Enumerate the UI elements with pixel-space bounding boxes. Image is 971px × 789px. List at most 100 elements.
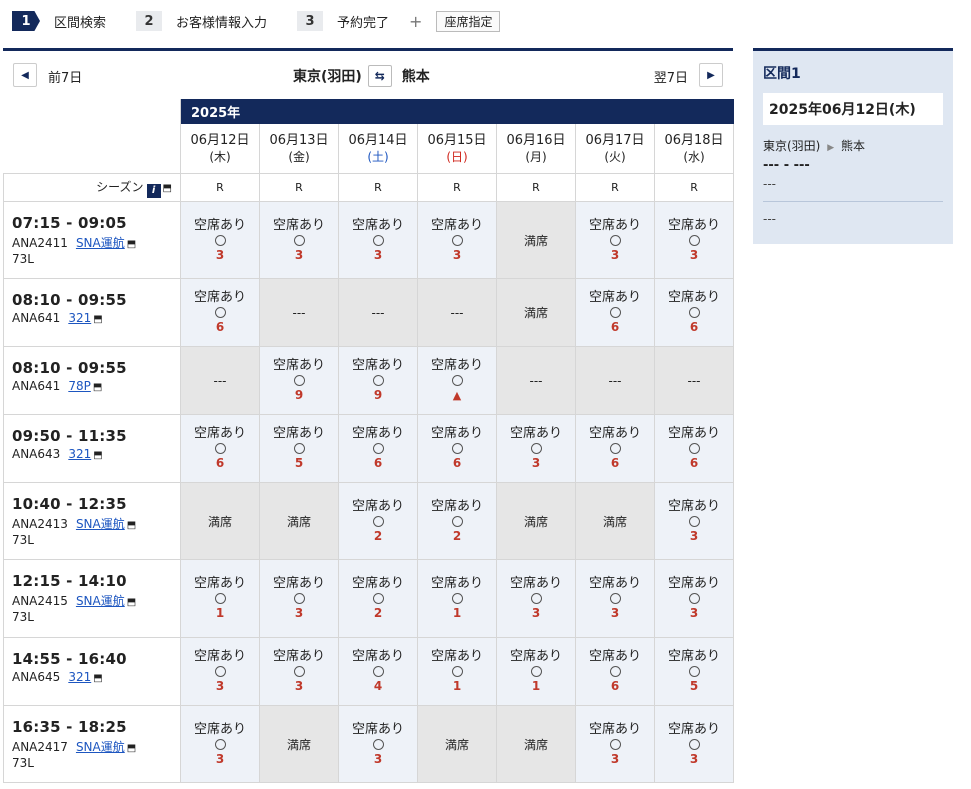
flight-time: 12:15 - 14:10 <box>12 572 127 590</box>
step-2-number: 2 <box>136 11 163 31</box>
circle-icon <box>214 738 226 750</box>
seat-available-cell[interactable]: 空席あり 3 <box>338 705 418 783</box>
seat-available-cell[interactable]: 空席あり 3 <box>259 637 339 706</box>
season-header: シーズン i ⬒ <box>3 173 181 202</box>
seat-available-cell[interactable]: 空席あり 2 <box>338 559 418 638</box>
seat-available-cell[interactable]: 空席あり 3 <box>180 637 260 706</box>
seat-available-cell[interactable]: 空席あり 3 <box>575 201 655 279</box>
seat-available-cell[interactable]: 空席あり 6 <box>575 278 655 347</box>
seat-available-cell[interactable]: 空席あり 3 <box>575 705 655 783</box>
seat-available-cell[interactable]: 空席あり 3 <box>417 201 497 279</box>
seat-count: 6 <box>215 320 225 334</box>
sold-out-cell: 満席 <box>180 482 260 560</box>
seat-count: 6 <box>610 320 620 334</box>
seat-count: 3 <box>294 606 304 620</box>
date-header: 06月14日 (土) <box>338 123 418 174</box>
seat-count: 3 <box>689 606 699 620</box>
seat-available-cell[interactable]: 空席あり 3 <box>180 705 260 783</box>
flight-time: 14:55 - 16:40 <box>12 650 127 668</box>
header-blank <box>3 99 181 174</box>
triangle-right-icon: ▶ <box>707 69 715 81</box>
document-icon: ⬒ <box>93 673 103 684</box>
availability-label: 空席あり <box>193 426 246 441</box>
seat-available-cell[interactable]: 空席あり 5 <box>653 637 735 706</box>
season-cell: R <box>496 173 576 202</box>
seat-available-cell[interactable]: 空席あり 9 <box>259 346 339 415</box>
seat-available-cell[interactable]: 空席あり 6 <box>653 278 735 347</box>
sold-out-cell: 満席 <box>259 482 339 560</box>
sold-out-label: 満席 <box>286 737 311 752</box>
circle-icon <box>372 666 384 677</box>
next-week-button[interactable]: ▶ <box>699 63 723 87</box>
aircraft-link[interactable]: 321 <box>68 670 91 684</box>
seat-available-cell[interactable]: 空席あり 3 <box>653 559 735 638</box>
seat-available-cell[interactable]: 空席あり 1 <box>417 559 497 638</box>
aircraft-link[interactable]: 321 <box>68 447 91 461</box>
availability-label: 空席あり <box>193 576 246 591</box>
availability-label: 空席あり <box>509 649 562 664</box>
flight-number: ANA645 <box>12 670 61 684</box>
availability-label: 空席あり <box>351 649 404 664</box>
date-header: 06月15日 (日) <box>417 123 497 174</box>
availability-label: 空席あり <box>272 217 325 233</box>
seat-available-cell[interactable]: 空席あり 4 <box>338 637 418 706</box>
circle-icon <box>372 443 384 454</box>
seat-available-cell[interactable]: 空席あり 3 <box>575 559 655 638</box>
seat-available-cell[interactable]: 空席あり 3 <box>338 201 418 279</box>
aircraft-link[interactable]: 78P <box>68 379 91 393</box>
seat-available-cell[interactable]: 空席あり 1 <box>180 559 260 638</box>
seat-count: 3 <box>294 679 304 693</box>
seat-available-cell[interactable]: 空席あり 3 <box>259 559 339 638</box>
flight-info: 09:50 - 11:35 ANA643 321 ⬒ <box>3 414 181 483</box>
seat-available-cell[interactable]: 空席あり 9 <box>338 346 418 415</box>
seat-available-cell[interactable]: 空席あり 6 <box>575 637 655 706</box>
swap-route-button[interactable]: ⇆ <box>367 65 392 87</box>
seat-available-cell[interactable]: 空席あり 3 <box>496 414 576 483</box>
flight-info: 08:10 - 09:55 ANA641 321 ⬒ <box>3 278 181 347</box>
seat-available-cell[interactable]: 空席あり 6 <box>180 278 260 347</box>
flight-time: 10:40 - 12:35 <box>12 495 127 513</box>
seat-available-cell[interactable]: 空席あり 3 <box>653 201 735 279</box>
seat-available-cell[interactable]: 空席あり 2 <box>417 482 497 560</box>
day-of-week: (土) <box>367 149 389 164</box>
seat-count: 6 <box>373 456 383 470</box>
season-row: シーズン i ⬒ RRRRRRR <box>3 173 735 202</box>
seat-available-cell[interactable]: 空席あり 3 <box>653 705 735 783</box>
next-week-label[interactable]: 翌7日 <box>654 67 688 86</box>
document-icon: ⬒ <box>126 239 137 250</box>
aircraft-link[interactable]: SNA運航 <box>76 740 125 754</box>
seat-available-cell[interactable]: 空席あり 6 <box>180 414 260 483</box>
seat-available-cell[interactable]: 空席あり 1 <box>417 637 497 706</box>
aircraft-link[interactable]: SNA運航 <box>76 594 125 608</box>
availability-label: 空席あり <box>430 498 483 514</box>
aircraft-link[interactable]: 321 <box>68 311 91 325</box>
circle-icon <box>293 443 305 454</box>
seat-available-cell[interactable]: 空席あり 1 <box>496 637 576 706</box>
seat-available-cell[interactable]: 空席あり 3 <box>496 559 576 638</box>
flight-number: ANA643 <box>12 447 61 461</box>
flight-time: 08:10 - 09:55 <box>12 291 127 309</box>
seat-available-cell[interactable]: 空席あり 6 <box>653 414 735 483</box>
info-icon[interactable]: i <box>146 183 161 198</box>
seat-available-cell[interactable]: 空席あり 5 <box>259 414 339 483</box>
seat-available-cell[interactable]: 空席あり 6 <box>338 414 418 483</box>
seat-available-cell[interactable]: 空席あり 6 <box>575 414 655 483</box>
seat-available-cell[interactable]: 空席あり 3 <box>180 201 260 279</box>
segment-destination: 熊本 <box>840 139 865 153</box>
no-service-cell: --- <box>180 346 260 415</box>
seat-available-cell[interactable]: 空席あり 6 <box>417 414 497 483</box>
flight-number-line: ANA2413 SNA運航 ⬒ <box>12 515 180 532</box>
prev-week-button[interactable]: ◀ <box>13 63 37 87</box>
seat-available-cell[interactable]: 空席あり 3 <box>259 201 339 279</box>
seat-available-cell[interactable]: 空席あり 3 <box>653 482 735 560</box>
flight-number: ANA2411 <box>12 236 68 250</box>
seat-available-cell[interactable]: 空席あり ▲ <box>417 346 497 415</box>
availability-label: 空席あり <box>430 576 483 591</box>
prev-week-label[interactable]: 前7日 <box>48 67 82 86</box>
seat-available-cell[interactable]: 空席あり 2 <box>338 482 418 560</box>
aircraft-link[interactable]: SNA運航 <box>76 236 125 250</box>
flight-number: ANA641 <box>12 311 61 325</box>
availability-label: 空席あり <box>193 217 246 233</box>
aircraft-link[interactable]: SNA運航 <box>76 517 125 531</box>
no-service-label: --- <box>371 305 385 320</box>
